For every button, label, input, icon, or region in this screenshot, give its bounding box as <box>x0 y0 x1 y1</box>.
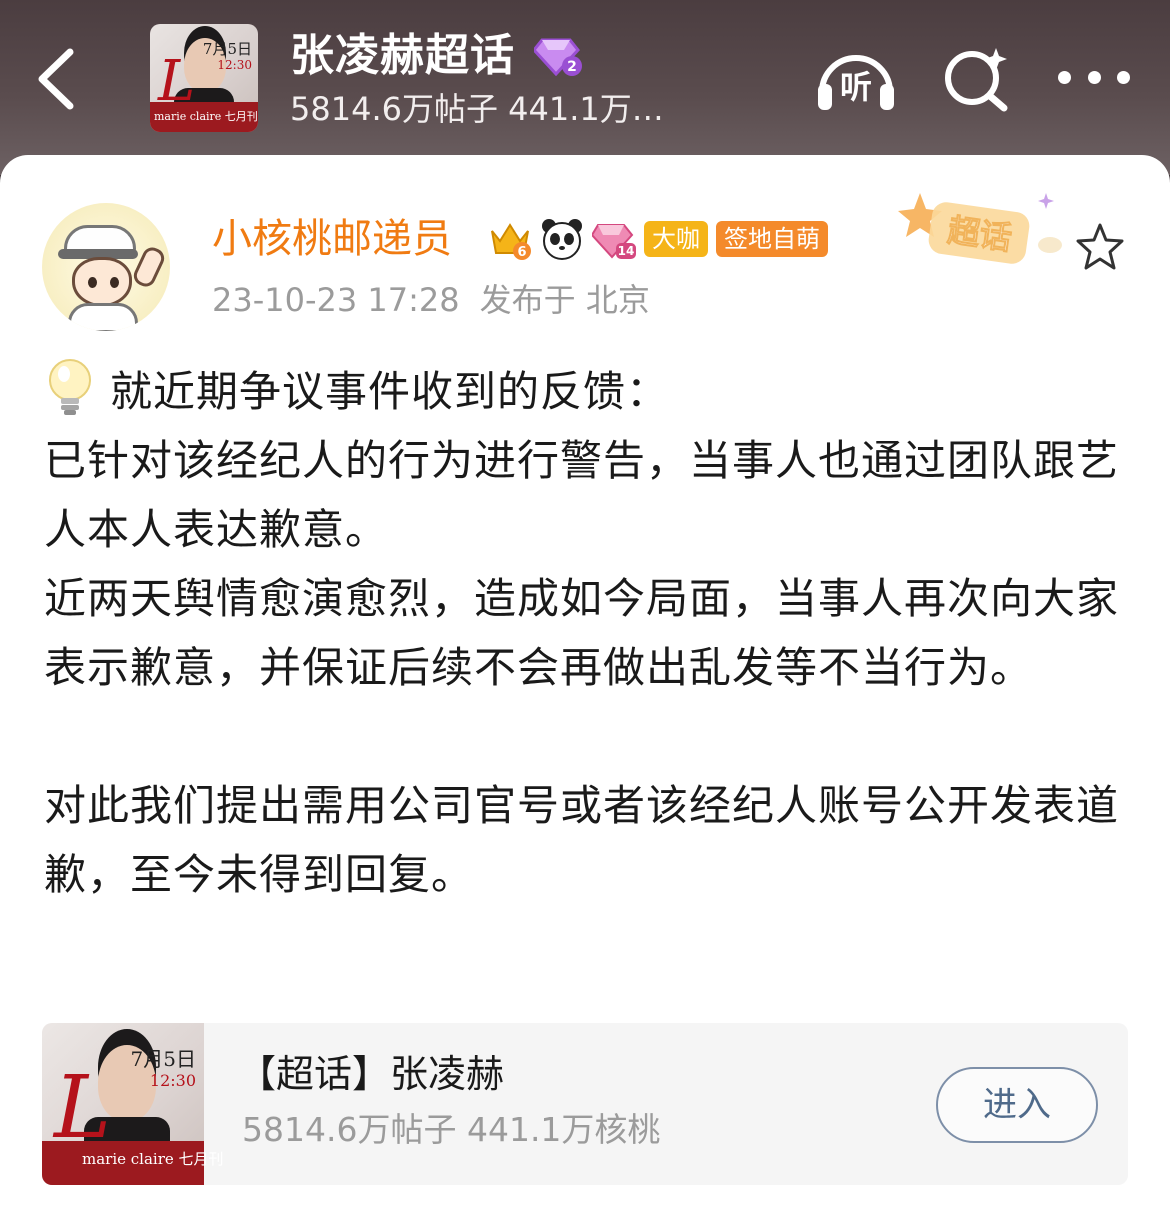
avatar-eye <box>110 277 119 288</box>
chaohua-stamp: 超话 <box>890 183 1080 283</box>
thumb-brand: marie claire 七月刊 <box>154 110 258 123</box>
post-paragraph: 近两天舆情愈演愈烈，造成如今局面，当事人再次向大家表示歉意，并保证后续不会再做出… <box>44 574 1120 692</box>
svg-text:6: 6 <box>517 245 526 260</box>
more-dot-icon <box>1117 70 1130 84</box>
star-icon <box>1076 223 1124 270</box>
post-paragraph: 对此我们提出需用公司官号或者该经纪人账号公开发表道歉，至今未得到回复。 <box>44 781 1120 899</box>
post-meta: 23-10-23 17:28 发布于 北京 <box>212 279 650 321</box>
thumb-date: 7月5日 <box>130 1047 196 1071</box>
user-badges: 6 14 大咖 签地自萌 <box>488 215 836 263</box>
svg-text:2: 2 <box>567 59 577 75</box>
tag-qiandi: 签地自萌 <box>716 221 828 257</box>
post-body: 就近期争议事件收到的反馈： 已针对该经纪人的行为进行警告，当事人也通过团队跟艺人… <box>44 357 1130 909</box>
topic-title: 张凌赫超话 <box>290 30 515 81</box>
user-name[interactable]: 小核桃邮递员 <box>212 215 452 263</box>
more-dot-icon <box>1058 70 1071 84</box>
topic-card-stats: 5814.6万帖子 441.1万核桃 <box>242 1110 661 1149</box>
thumb-time: 12:30 <box>217 58 252 72</box>
topic-stats: 5814.6万帖子 441.1万… <box>290 90 664 128</box>
svg-text:14: 14 <box>618 244 635 258</box>
thumb-date: 7月5日 <box>202 40 252 58</box>
top-bar: L 7月5日 12:30 marie claire 七月刊 张凌赫超话 2 58… <box>0 0 1170 175</box>
user-avatar[interactable] <box>42 203 170 331</box>
diamond-badge-icon: 14 <box>590 217 636 261</box>
post-location: 发布于 北京 <box>479 281 650 319</box>
enter-button[interactable]: 进入 <box>936 1067 1098 1143</box>
favorite-button[interactable] <box>1074 221 1126 273</box>
topic-card-thumbnail: L 7月5日 12:30 marie claire 七月刊 <box>42 1023 224 1185</box>
thumb-time: 12:30 <box>149 1071 196 1090</box>
post-paragraph: 已针对该经纪人的行为进行警告，当事人也通过团队跟艺人本人表达歉意。 <box>44 436 1120 554</box>
crown-badge-icon: 6 <box>488 217 532 261</box>
light-bulb-icon <box>44 358 96 416</box>
panda-icon <box>540 217 584 261</box>
search-button[interactable] <box>942 42 1012 112</box>
thumb-brand: marie claire 七月刊 <box>82 1150 224 1168</box>
avatar-eye <box>88 277 97 288</box>
back-button[interactable] <box>28 44 84 114</box>
post-text-line: 就近期争议事件收到的反馈： <box>110 367 670 416</box>
post-paragraph: 就近期争议事件收到的反馈： <box>44 357 1130 426</box>
headphones-icon: 听 <box>818 55 894 110</box>
listen-button[interactable]: 听 <box>814 40 898 116</box>
topic-avatar[interactable]: L 7月5日 12:30 marie claire 七月刊 <box>150 24 258 132</box>
thumb-logo-letter: L <box>54 1058 112 1158</box>
more-dot-icon <box>1087 70 1101 84</box>
topic-card-title: 【超话】张凌赫 <box>238 1052 505 1096</box>
more-button[interactable] <box>1058 62 1130 92</box>
post-card: 小核桃邮递员 6 14 大咖 签地自萌 23-10-23 17:28 发布于 北… <box>0 155 1170 1232</box>
tag-dakan: 大咖 <box>644 221 708 257</box>
avatar-body <box>68 303 138 331</box>
post-timestamp: 23-10-23 17:28 <box>212 281 460 319</box>
topic-title-row: 张凌赫超话 2 <box>290 30 583 82</box>
search-sparkle-icon <box>945 48 1008 112</box>
svg-text:听: 听 <box>840 68 872 106</box>
chevron-left-icon <box>38 48 74 110</box>
avatar-face <box>72 257 132 307</box>
topic-link-card[interactable]: L 7月5日 12:30 marie claire 七月刊 【超话】张凌赫 58… <box>42 1023 1128 1185</box>
level-diamond-icon: 2 <box>532 36 583 77</box>
